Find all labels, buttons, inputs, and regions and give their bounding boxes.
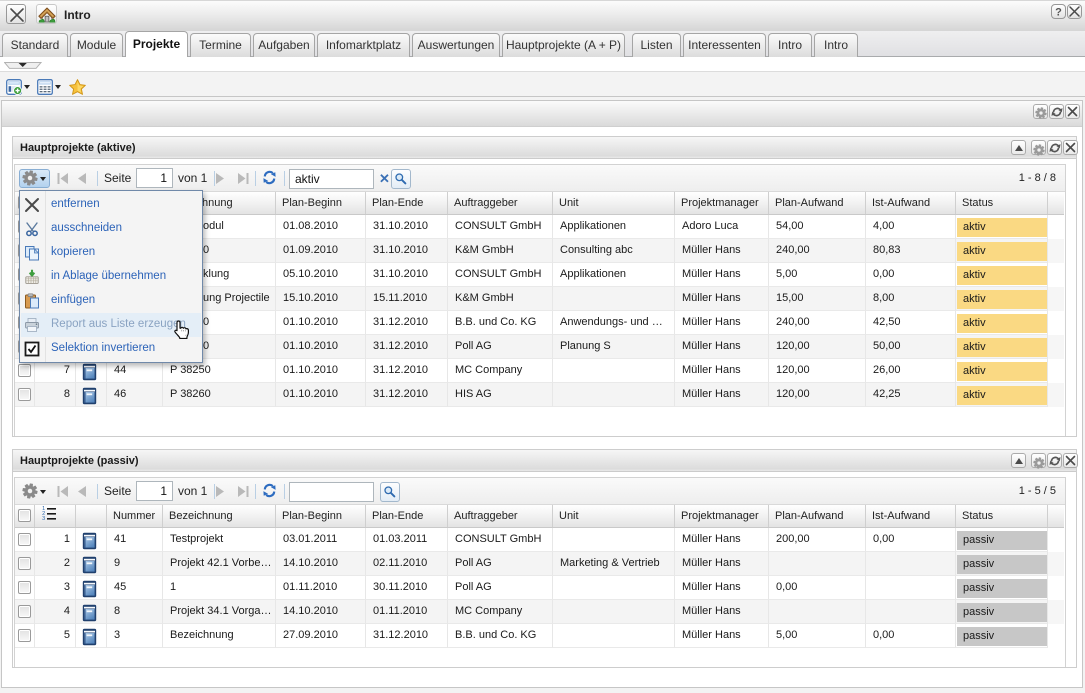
svg-text:?: ? <box>1055 7 1062 19</box>
svg-text:3: 3 <box>42 516 45 521</box>
